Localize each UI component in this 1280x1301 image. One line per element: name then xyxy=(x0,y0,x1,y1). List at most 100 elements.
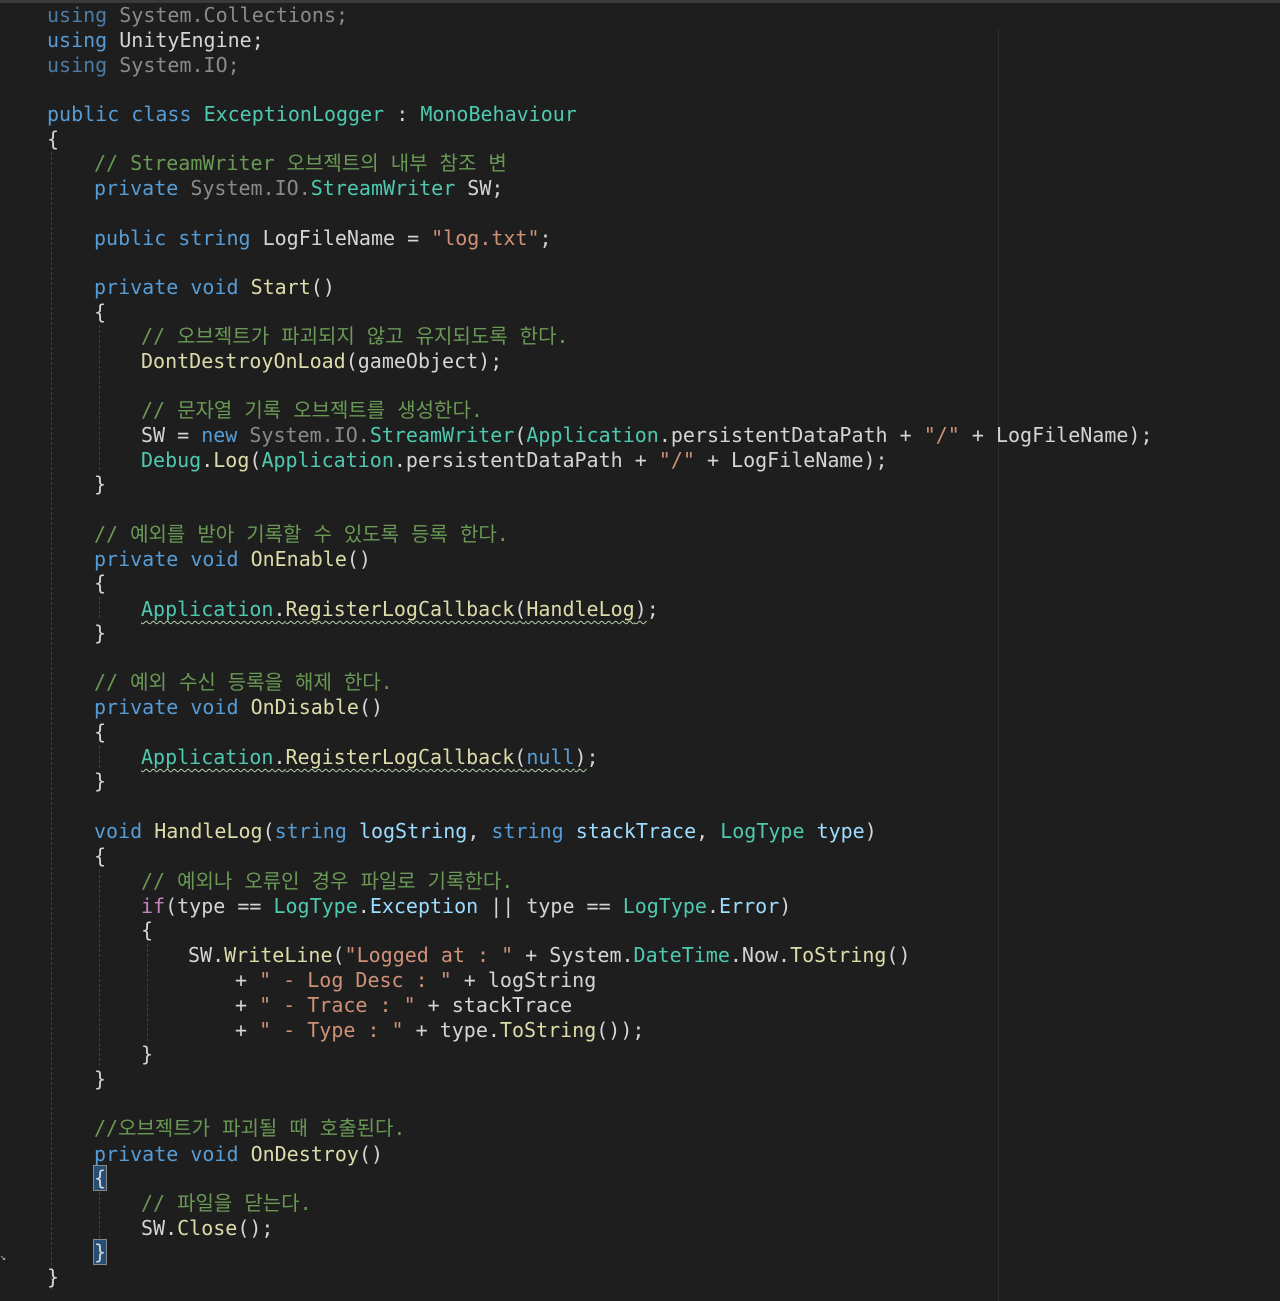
code-line[interactable]: { xyxy=(94,720,106,744)
code-token: . xyxy=(706,894,720,918)
code-token: using xyxy=(47,3,108,27)
code-line[interactable]: using System.IO; xyxy=(47,53,240,77)
code-token: Application xyxy=(526,423,659,447)
code-line[interactable]: void HandleLog(string logString, string … xyxy=(94,819,877,843)
code-token: (type == xyxy=(165,894,274,918)
code-line[interactable]: DontDestroyOnLoad(gameObject); xyxy=(141,349,502,373)
code-token: ToString xyxy=(790,943,887,967)
code-line[interactable]: } xyxy=(94,472,106,496)
code-token: SW = xyxy=(141,423,202,447)
code-token: + xyxy=(235,993,260,1017)
code-token: // 오브젝트가 파괴되지 않고 유지되도록 한다. xyxy=(141,324,569,348)
code-token: DateTime xyxy=(633,943,730,967)
code-token: HandleLog xyxy=(154,819,263,843)
code-line[interactable]: private void OnEnable() xyxy=(94,547,371,571)
code-token: ( xyxy=(514,597,527,621)
code-token: : xyxy=(384,102,421,126)
code-line[interactable]: // 예외 수신 등록을 해제 한다. xyxy=(94,670,393,694)
code-line[interactable]: { xyxy=(94,571,106,595)
code-token: .persistentDataPath + xyxy=(393,448,659,472)
code-token: SW; xyxy=(455,176,504,200)
code-token: private xyxy=(94,1142,179,1166)
code-line[interactable]: //오브젝트가 파괴될 때 호출된다. xyxy=(94,1116,405,1140)
code-line[interactable]: { xyxy=(94,300,106,324)
code-line[interactable]: { xyxy=(94,844,106,868)
code-token: // 예외나 오류인 경우 파일로 기록한다. xyxy=(141,869,514,893)
code-line[interactable]: + " - Type : " + type.ToString()); xyxy=(235,1018,644,1042)
code-token: { xyxy=(94,844,107,868)
code-line[interactable]: { xyxy=(141,918,153,942)
code-token: DontDestroyOnLoad xyxy=(141,349,346,373)
code-token: ( xyxy=(262,819,275,843)
code-token: + System. xyxy=(513,943,634,967)
code-line[interactable]: } xyxy=(94,1067,106,1091)
code-token: .persistentDataPath + xyxy=(658,423,924,447)
code-token: Application xyxy=(141,745,274,769)
code-line[interactable]: if(type == LogType.Exception || type == … xyxy=(141,894,791,918)
code-line[interactable]: Application.RegisterLogCallback(null); xyxy=(141,745,599,769)
code-line[interactable]: private void Start() xyxy=(94,275,335,299)
code-line[interactable]: + " - Trace : " + stackTrace xyxy=(235,993,572,1017)
code-line[interactable]: } xyxy=(94,621,106,645)
code-token: UnityEngine; xyxy=(107,28,264,52)
code-token: . xyxy=(273,597,286,621)
code-token: + xyxy=(235,1018,260,1042)
code-line[interactable]: public string LogFileName = "log.txt"; xyxy=(94,226,552,250)
code-line[interactable]: // 오브젝트가 파괴되지 않고 유지되도록 한다. xyxy=(141,324,569,348)
code-line[interactable]: private void OnDisable() xyxy=(94,695,383,719)
code-token: Start xyxy=(250,275,311,299)
code-token: void xyxy=(190,1142,239,1166)
code-token: .Now. xyxy=(729,943,791,967)
code-line[interactable]: SW.WriteLine("Logged at : " + System.Dat… xyxy=(188,943,911,967)
code-line[interactable]: // 파일을 닫는다. xyxy=(141,1191,312,1215)
code-line[interactable]: private void OnDestroy() xyxy=(94,1142,383,1166)
code-line[interactable]: + " - Log Desc : " + logString xyxy=(235,968,596,992)
code-token: HandleLog xyxy=(526,597,635,621)
code-token: Error xyxy=(719,894,780,918)
code-line[interactable]: } xyxy=(92,1239,108,1265)
code-line[interactable]: private System.IO.StreamWriter SW; xyxy=(94,176,503,200)
code-line[interactable]: // StreamWriter 오브젝트의 내부 참조 변 xyxy=(94,151,507,175)
code-token: "/" xyxy=(923,423,960,447)
code-token: public xyxy=(47,102,120,126)
code-token: StreamWriter xyxy=(369,423,515,447)
code-line[interactable]: { xyxy=(47,127,59,151)
code-line[interactable]: // 문자열 기록 오브젝트를 생성한다. xyxy=(141,398,483,422)
indent-guide xyxy=(147,944,148,1041)
code-line[interactable]: // 예외나 오류인 경우 파일로 기록한다. xyxy=(141,869,513,893)
code-token: OnEnable xyxy=(250,547,347,571)
code-token: WriteLine xyxy=(224,943,333,967)
code-line[interactable]: Debug.Log(Application.persistentDataPath… xyxy=(141,448,888,472)
code-token: () xyxy=(310,275,335,299)
code-token: private xyxy=(94,275,179,299)
code-token: " - Type : " xyxy=(259,1018,404,1042)
code-line[interactable]: { xyxy=(92,1165,108,1191)
code-line[interactable]: // 예외를 받아 기록할 수 있도록 등록 한다. xyxy=(94,522,509,546)
code-line[interactable]: using System.Collections; xyxy=(47,3,348,27)
code-token: using xyxy=(47,28,108,52)
code-line[interactable]: public class ExceptionLogger : MonoBehav… xyxy=(47,102,577,126)
code-token: LogFileName = xyxy=(250,226,432,250)
code-line[interactable]: SW = new System.IO.StreamWriter(Applicat… xyxy=(141,423,1153,447)
code-token: new xyxy=(201,423,238,447)
code-line[interactable]: Application.RegisterLogCallback(HandleLo… xyxy=(141,597,659,621)
code-line[interactable]: } xyxy=(47,1265,59,1289)
indent-guide xyxy=(51,152,52,1290)
code-token: + LogFileName); xyxy=(959,423,1153,447)
code-token: ( xyxy=(249,448,262,472)
code-token: } xyxy=(94,621,107,645)
code-token: LogType xyxy=(273,894,358,918)
code-token: RegisterLogCallback xyxy=(285,745,515,769)
code-token: // StreamWriter 오브젝트의 내부 참조 변 xyxy=(94,151,507,175)
code-line[interactable]: using UnityEngine; xyxy=(47,28,264,52)
code-token: ) xyxy=(779,894,792,918)
code-line[interactable]: SW.Close(); xyxy=(141,1216,273,1240)
code-line[interactable]: } xyxy=(141,1042,153,1066)
code-line[interactable]: } xyxy=(94,769,106,793)
